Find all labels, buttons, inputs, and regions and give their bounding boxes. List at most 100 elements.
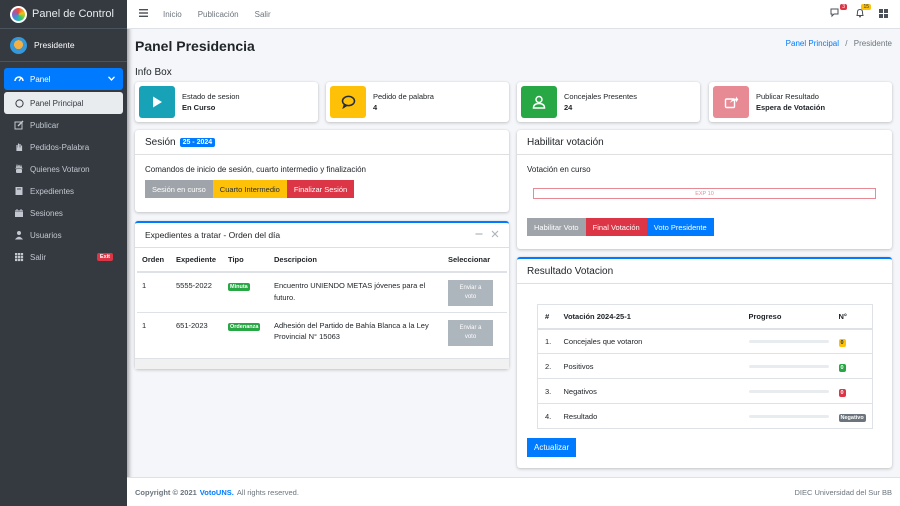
expedientes-table: Orden Expediente Tipo Descripcion Selecc… <box>137 248 507 350</box>
minimize-icon[interactable] <box>475 230 483 240</box>
menu-toggle-icon[interactable] <box>139 8 148 20</box>
nav-link-salir[interactable]: Salir <box>255 10 271 19</box>
habilitar-voto-button[interactable]: Habilitar Voto <box>527 218 586 236</box>
hand-icon <box>14 142 24 152</box>
top-navbar: Inicio Publicación Salir 3 15 <box>127 0 900 29</box>
breadcrumb-separator: / <box>845 39 848 48</box>
sidebar-item-panel[interactable]: Panel <box>4 68 123 90</box>
sidebar-item-quienes-votaron[interactable]: Quienes Votaron <box>4 158 123 180</box>
messages-badge: 3 <box>840 4 847 10</box>
cell-number: 3. <box>537 378 557 404</box>
sidebar-item-label: Panel Principal <box>30 98 84 108</box>
session-in-progress-button[interactable]: Sesión en curso <box>145 180 213 198</box>
cell-descripcion: Encuentro UNIENDO METAS jóvenes para el … <box>269 271 443 312</box>
voting-subtitle: Votación en curso <box>527 165 591 174</box>
voto-presidente-button[interactable]: Voto Presidente <box>646 218 714 236</box>
sidebar-item-label: Quienes Votaron <box>30 164 90 174</box>
results-table: # Votación 2024-25-1 Progreso N° 1. Conc… <box>537 304 873 429</box>
cell-expediente: 651-2023 <box>171 311 223 350</box>
cell-progress <box>741 353 832 379</box>
cell-descripcion: Adhesión del Partido de Bahía Blanca a l… <box>269 311 443 350</box>
col-votacion: Votación 2024-25-1 <box>556 304 742 330</box>
brand[interactable]: Panel de Control <box>0 0 127 29</box>
exp-label: EXP 10 <box>695 190 714 197</box>
col-number: # <box>537 304 557 330</box>
expedientes-title: Expedientes a tratar - Orden del día <box>145 230 281 240</box>
sidebar-item-usuarios[interactable]: Usuarios <box>4 224 123 246</box>
footer-copyright: Copyright © 2021 <box>135 487 197 497</box>
sidebar-item-publicar[interactable]: Publicar <box>4 114 123 136</box>
cell-progress <box>741 328 832 354</box>
cell-number: 1. <box>537 328 557 354</box>
tipo-badge: Ordenanza <box>228 322 261 331</box>
finalizar-sesion-button[interactable]: Finalizar Sesión <box>286 180 355 198</box>
enviar-label-2: voto <box>464 333 477 340</box>
info-box-value: En Curso <box>182 103 216 112</box>
brand-text: Panel de Control <box>32 8 114 20</box>
exit-badge: Exit <box>96 253 113 261</box>
horizontal-scrollbar[interactable] <box>135 358 509 369</box>
bell-icon[interactable]: 15 <box>855 4 871 21</box>
progress-bar <box>748 364 829 368</box>
content: Panel Presidencia Panel Principal / Pres… <box>127 29 900 477</box>
sidebar-item-sesiones[interactable]: Sesiones <box>4 202 123 224</box>
table-row: 4. Resultado Negativo <box>537 403 873 429</box>
enviar-a-voto-button[interactable]: Enviar a voto <box>448 319 493 346</box>
cell-label: Concejales que votaron <box>556 328 742 354</box>
grid-icon <box>14 252 24 262</box>
footer: Copyright © 2021 VotoUNS. All rights res… <box>127 477 900 506</box>
close-icon[interactable] <box>491 230 499 240</box>
sidebar-item-label: Expedientes <box>30 186 75 196</box>
notifications-badge: 15 <box>861 4 871 10</box>
sidebar-item-pedidos-palabra[interactable]: Pedidos-Palabra <box>4 136 123 158</box>
voting-card: Habilitar votación Votación en curso EXP… <box>517 130 892 249</box>
actualizar-button[interactable]: Actualizar <box>527 438 577 457</box>
enviar-label-2: voto <box>464 294 477 300</box>
navbar-right: 3 15 <box>830 0 888 29</box>
footer-right-text: DIEC Universidad del Sur BB <box>794 487 892 497</box>
session-title: Sesión <box>145 136 176 148</box>
progress-bar <box>748 389 829 393</box>
nav-link-publicacion[interactable]: Publicación <box>198 10 239 19</box>
info-box-value: 4 <box>373 103 378 112</box>
col-tipo: Tipo <box>223 248 269 273</box>
sidebar-item-expedientes[interactable]: Expedientes <box>4 180 123 202</box>
apps-grid-icon[interactable] <box>879 8 888 21</box>
expedientes-card-header: Expedientes a tratar - Orden del día <box>135 223 509 248</box>
exp-progress-box: EXP 10 <box>533 188 876 199</box>
descripcion-line-2: futuro. <box>274 292 296 302</box>
play-icon <box>139 86 175 118</box>
col-descripcion: Descripcion <box>269 248 443 273</box>
cell-number: 2. <box>537 353 557 379</box>
descripcion-line-2: Provincial N° 15063 <box>274 332 340 342</box>
footer-brand-link[interactable]: VotoUNS. <box>200 488 234 497</box>
cell-progress <box>741 378 832 404</box>
cell-orden: 1 <box>137 271 171 312</box>
results-card-header: Resultado Votacion <box>517 259 892 284</box>
user-panel[interactable]: Presidente <box>0 29 127 62</box>
info-box-value: Espera de Votación <box>756 103 826 112</box>
info-box-pedido: Pedido de palabra 4 <box>326 82 509 122</box>
page-title: Panel Presidencia <box>135 38 255 54</box>
breadcrumb: Panel Principal / Presidente <box>786 39 892 48</box>
sidebar-item-label: Panel <box>30 74 51 84</box>
tipo-badge: Minuta <box>228 283 250 291</box>
sidebar-item-salir[interactable]: Salir Exit <box>4 246 123 268</box>
cell-value: 0 <box>831 328 873 354</box>
session-badge: 25 - 2024 <box>179 137 216 147</box>
breadcrumb-home[interactable]: Panel Principal <box>786 39 839 48</box>
sidebar-item-panel-principal[interactable]: Panel Principal <box>4 92 123 114</box>
col-numero: N° <box>831 304 873 330</box>
cell-orden: 1 <box>137 311 171 350</box>
cell-seleccionar: Enviar a voto <box>443 311 507 350</box>
cuarto-intermedio-button[interactable]: Cuarto Intermedio <box>212 180 287 198</box>
sidebar-item-label: Usuarios <box>30 230 62 240</box>
cell-seleccionar: Enviar a voto <box>443 271 507 312</box>
nav-link-inicio[interactable]: Inicio <box>163 10 182 19</box>
final-votacion-button[interactable]: Final Votación <box>585 218 647 236</box>
edit-icon <box>14 120 24 130</box>
sidebar-item-label: Salir <box>30 252 47 262</box>
enviar-a-voto-button[interactable]: Enviar a voto <box>448 280 493 306</box>
messages-icon[interactable]: 3 <box>830 4 847 21</box>
value-badge: 0 <box>838 363 846 372</box>
